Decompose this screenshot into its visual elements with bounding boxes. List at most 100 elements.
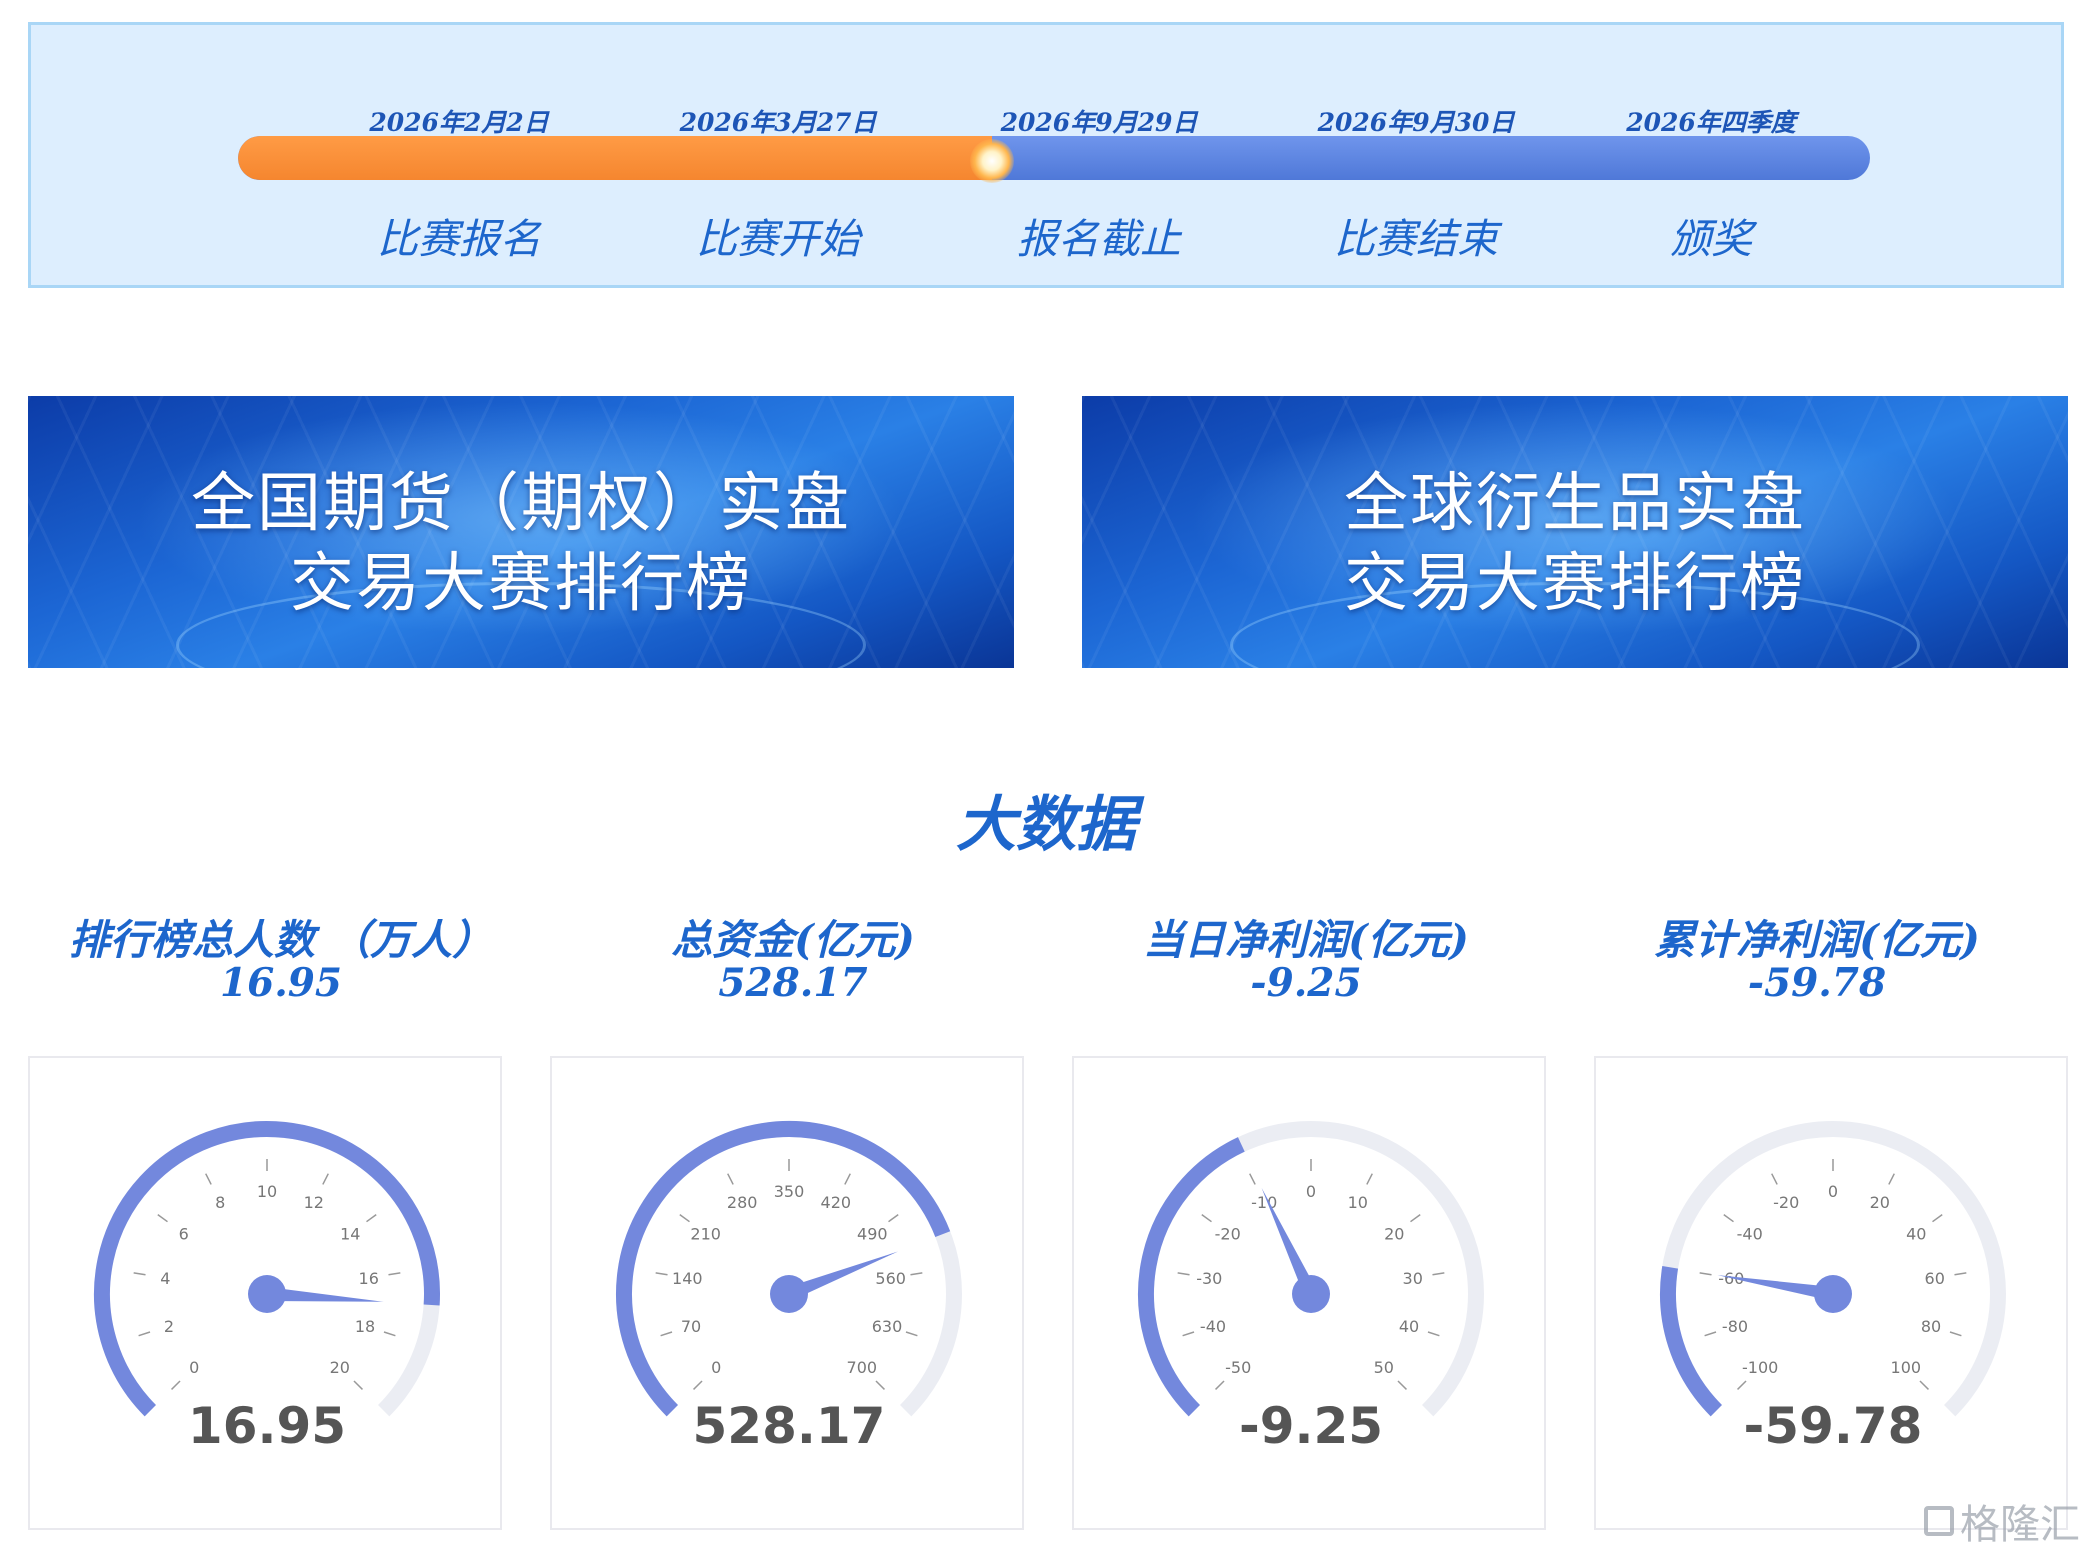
gauge-tick-label: 40: [1399, 1317, 1419, 1336]
gauge-tick: [1737, 1380, 1747, 1390]
milestone-label-award: 颁奖: [1670, 215, 1752, 263]
gauge-tick: [1704, 1331, 1717, 1337]
timeline-current-marker: [970, 139, 1014, 183]
timeline-progress-track: [238, 136, 1870, 180]
gauge-tick-label: -20: [1773, 1193, 1799, 1212]
stat-label-total-funds: 总资金(亿元): [671, 916, 915, 964]
gauge-card-total-funds: 0 70 140 210 280 350 420 490 560 630 700 528.17: [550, 1056, 1024, 1530]
gauge-tick: [171, 1380, 181, 1390]
gauge-tick: [133, 1272, 146, 1276]
gauge-tick: [660, 1331, 673, 1337]
stat-label-cumulative-profit: 累计净利润(亿元): [1654, 916, 1980, 964]
gauge-tick-label: 80: [1921, 1317, 1941, 1336]
milestone-date-deadline: 2026年9月29日: [1000, 108, 1198, 137]
gauge-tick: [1249, 1173, 1256, 1185]
gauge-tick-label: 420: [821, 1193, 852, 1212]
gauge-tick: [1888, 1173, 1895, 1185]
gauge-needle-hub: [248, 1275, 286, 1313]
gauge-total-funds: 0 70 140 210 280 350 420 490 560 630 700 528.17: [616, 1121, 962, 1455]
stat-value-total-funds: 528.17: [718, 960, 868, 1006]
gauge-needle-hub: [1292, 1275, 1330, 1313]
gauge-tick-label: 20: [1384, 1225, 1404, 1244]
gauge-tick: [1397, 1380, 1407, 1390]
watermark: 格隆汇: [1924, 1492, 2080, 1550]
banner-title-line1: 全球衍生品实盘: [1344, 467, 1806, 541]
gauge-tick: [1182, 1331, 1195, 1337]
gauge-tick: [905, 1331, 918, 1337]
gauge-tick: [655, 1272, 668, 1276]
gauge-tick-label: 140: [672, 1269, 703, 1288]
gauge-tick: [1201, 1214, 1212, 1223]
gauge-tick: [383, 1331, 396, 1337]
gauge-tick: [1410, 1214, 1421, 1223]
gauge-tick: [388, 1272, 401, 1276]
gauge-value-readout: -59.78: [1744, 1397, 1923, 1455]
timeline-progress-fill: [238, 136, 992, 180]
gauge-tick: [138, 1331, 151, 1337]
gauge-daily-profit: -50 -40 -30 -20 -10 0 10 20 30 40 50 -9.25: [1138, 1121, 1484, 1455]
gauge-tick-label: 350: [774, 1182, 805, 1201]
gauge-tick: [1215, 1380, 1225, 1390]
milestone-label-registration: 比赛报名: [377, 215, 541, 263]
gauge-tick-label: 700: [847, 1358, 878, 1377]
gauge-tick-label: 70: [681, 1317, 701, 1336]
gauge-tick-label: 0: [189, 1358, 199, 1377]
timeline-panel: 2026年2月2日 2026年3月27日 2026年9月29日 2026年9月3…: [28, 22, 2064, 288]
milestone-label-end: 比赛结束: [1334, 215, 1498, 263]
gauge-tick-label: 18: [355, 1317, 375, 1336]
gauge-tick-label: 14: [340, 1225, 360, 1244]
gauge-tick-label: 8: [215, 1193, 225, 1212]
gauge-participants: 0 2 4 6 8 10 12 14 16 18 20 16.95: [94, 1121, 440, 1455]
gauge-tick-label: 630: [872, 1317, 903, 1336]
gauge-tick: [1954, 1272, 1967, 1276]
gauge-tick-label: 6: [179, 1225, 189, 1244]
gauge-tick-label: 60: [1925, 1269, 1945, 1288]
gauge-card-participants: 0 2 4 6 8 10 12 14 16 18 20 16.95: [28, 1056, 502, 1530]
banner-title-line1: 全国期货（期权）实盘: [191, 467, 851, 541]
gauge-tick: [1771, 1173, 1778, 1185]
gauge-tick: [1427, 1331, 1440, 1337]
global-leaderboard-banner[interactable]: 全球衍生品实盘 交易大赛排行榜: [1082, 396, 2068, 668]
gauge-tick-label: -40: [1737, 1225, 1763, 1244]
gauge-tick: [322, 1173, 329, 1185]
gauge-tick-label: 20: [330, 1358, 350, 1377]
gauge-tick: [1932, 1214, 1943, 1223]
milestone-date-award: 2026年四季度: [1626, 108, 1796, 137]
gauge-tick: [1432, 1272, 1445, 1276]
gauge-card-daily-profit: -50 -40 -30 -20 -10 0 10 20 30 40 50 -9.25: [1072, 1056, 1546, 1530]
gauge-tick-label: -10: [1251, 1193, 1277, 1212]
gauge-tick-label: 20: [1870, 1193, 1890, 1212]
gauge-cumulative-profit: -100-80-60-40-20020406080100-59.78: [1660, 1121, 2006, 1455]
stat-value-cumulative-profit: -59.78: [1747, 960, 1887, 1006]
gauge-tick-label: -100: [1742, 1358, 1778, 1377]
milestone-date-registration: 2026年2月2日: [369, 108, 549, 137]
gauge-tick: [366, 1214, 377, 1223]
gauge-tick: [1949, 1331, 1962, 1337]
banner-title-line2: 交易大赛排行榜: [290, 547, 752, 621]
gauge-tick-label: 210: [690, 1225, 721, 1244]
gauge-tick: [1366, 1173, 1373, 1185]
gauge-tick-label: 16: [359, 1269, 379, 1288]
gauge-tick-label: 280: [727, 1193, 758, 1212]
gauge-tick-label: 0: [711, 1358, 721, 1377]
gauge-card-cumulative-profit: -100 -80 -60 -40 -20 0 20 40 60 80 100 -59.78: [1594, 1056, 2068, 1530]
gauge-tick: [727, 1173, 734, 1185]
gauge-tick: [888, 1214, 899, 1223]
domestic-leaderboard-banner[interactable]: 全国期货（期权）实盘 交易大赛排行榜: [28, 396, 1014, 668]
banner-title-line2: 交易大赛排行榜: [1344, 547, 1806, 621]
stat-value-participants: 16.95: [219, 960, 343, 1006]
gauge-tick: [1919, 1380, 1929, 1390]
gauge-value-readout: 16.95: [188, 1397, 346, 1455]
gauge-tick-label: 10: [257, 1182, 277, 1201]
gauge-tick-label: 4: [160, 1269, 170, 1288]
gauge-tick: [679, 1214, 690, 1223]
gauge-tick-label: -50: [1225, 1358, 1251, 1377]
gauge-tick-label: 490: [857, 1225, 888, 1244]
milestone-date-end: 2026年9月30日: [1317, 108, 1515, 137]
gauge-tick: [205, 1173, 212, 1185]
watermark-logo-icon: [1924, 1506, 1954, 1536]
gauge-tick-label: 0: [1306, 1182, 1316, 1201]
gauge-needle-hub: [770, 1275, 808, 1313]
gauge-value-readout: -9.25: [1239, 1397, 1383, 1455]
gauge-tick-label: 100: [1891, 1358, 1922, 1377]
